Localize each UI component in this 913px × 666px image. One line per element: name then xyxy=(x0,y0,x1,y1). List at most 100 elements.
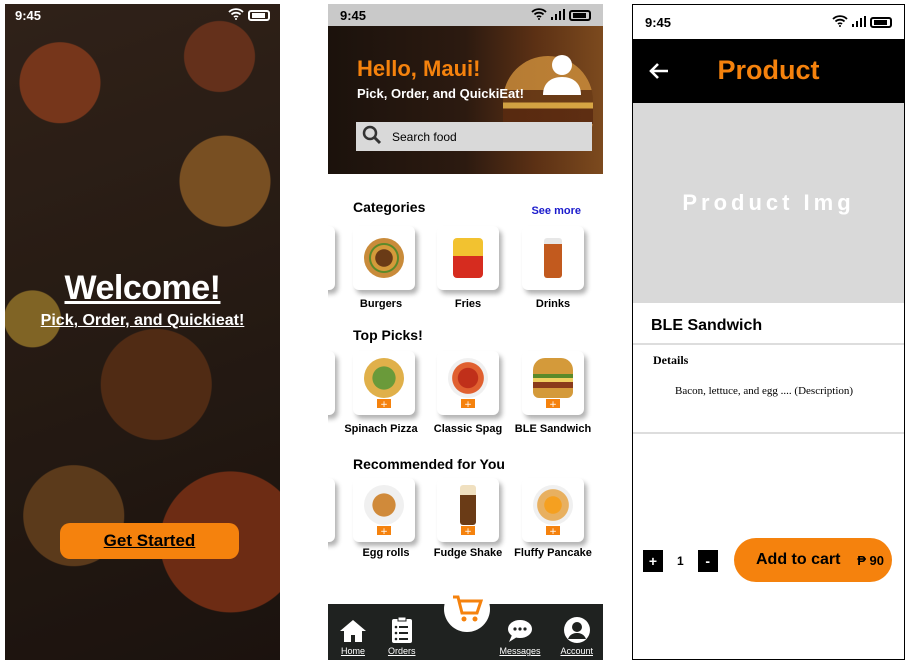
search-icon xyxy=(362,125,382,148)
search-input[interactable]: Search food xyxy=(392,130,457,144)
search-bar[interactable]: Search food xyxy=(356,122,592,151)
nav-orders[interactable]: Orders xyxy=(387,616,416,656)
nav-messages[interactable]: Messages xyxy=(499,618,540,656)
battery-icon xyxy=(870,16,892,28)
divider xyxy=(633,432,904,434)
top-pick-card-partial[interactable] xyxy=(328,351,335,415)
top-pick-card[interactable]: + xyxy=(522,351,584,415)
background-overlay xyxy=(5,4,280,660)
details-heading: Details xyxy=(653,353,689,367)
cart-button[interactable] xyxy=(444,586,490,632)
category-label: Burgers xyxy=(359,298,403,310)
quantity-value: 1 xyxy=(677,554,684,568)
category-card-fries[interactable] xyxy=(437,226,499,290)
battery-icon xyxy=(248,9,270,21)
see-more-link[interactable]: See more xyxy=(531,205,581,217)
recommended-label: Fudge Shake xyxy=(433,547,503,559)
product-image-placeholder: Product Img xyxy=(633,103,904,303)
status-time: 9:45 xyxy=(340,7,367,23)
recommended-label: Egg rolls xyxy=(362,547,410,559)
add-to-cart-button[interactable]: Add to cart ₱ 90 xyxy=(734,538,892,582)
category-card-drinks[interactable] xyxy=(522,226,584,290)
tagline: Pick, Order, and QuickiEat! xyxy=(357,86,524,101)
recommended-card[interactable]: + xyxy=(437,478,499,542)
signal-icon xyxy=(551,8,565,23)
shake-icon xyxy=(460,485,476,525)
top-picks-title: Top Picks! xyxy=(353,327,423,343)
welcome-screen: 9:45 Welcome! Pick, Order, and Quickieat… xyxy=(5,4,280,660)
welcome-block: Welcome! Pick, Order, and Quickieat! xyxy=(5,269,280,330)
home-icon xyxy=(339,620,366,642)
wifi-icon xyxy=(228,7,244,23)
status-time: 9:45 xyxy=(645,14,672,30)
add-to-cart-icon[interactable]: + xyxy=(461,399,475,411)
quantity-stepper: + 1 - xyxy=(643,550,718,572)
account-icon xyxy=(563,617,590,643)
product-name: BLE Sandwich xyxy=(633,303,904,345)
greeting: Hello, Maui! xyxy=(357,56,481,81)
welcome-title: Welcome! xyxy=(64,269,221,307)
nav-account[interactable]: Account xyxy=(560,616,593,656)
recommended-label: Fluffy Pancake xyxy=(514,547,592,559)
status-icons xyxy=(832,14,892,30)
recommended-card-partial[interactable] xyxy=(328,478,335,542)
welcome-subtitle: Pick, Order, and Quickieat! xyxy=(40,312,245,329)
bottom-nav: Home Orders Messages Account xyxy=(328,586,603,660)
add-to-cart-icon[interactable]: + xyxy=(546,399,560,411)
increment-button[interactable]: + xyxy=(643,550,663,572)
status-bar: 9:45 xyxy=(5,4,280,26)
nav-label: Orders xyxy=(387,646,416,656)
top-pick-label: Spinach Pizza xyxy=(344,423,418,435)
sandwich-icon xyxy=(533,358,573,398)
get-started-button[interactable]: Get Started xyxy=(60,523,239,559)
add-to-cart-icon[interactable]: + xyxy=(377,526,391,538)
status-time: 9:45 xyxy=(15,7,42,23)
category-label: Fries xyxy=(454,298,482,310)
nav-label: Home xyxy=(340,646,365,656)
messages-icon xyxy=(507,620,532,642)
pancake-icon xyxy=(533,485,573,525)
recommended-row: + + + xyxy=(328,478,603,543)
svg-text:+: + xyxy=(380,400,388,410)
drink-icon xyxy=(544,238,562,278)
decrement-button[interactable]: - xyxy=(697,550,718,572)
status-bar: 9:45 xyxy=(328,4,603,26)
product-screen: 9:45 Product Product Img BLE Sandwich De… xyxy=(632,4,905,660)
category-card-burgers[interactable] xyxy=(353,226,415,290)
orders-icon xyxy=(391,616,412,643)
nav-home[interactable]: Home xyxy=(338,618,368,656)
cart-icon xyxy=(453,595,483,622)
avatar-icon[interactable] xyxy=(539,51,585,97)
fries-icon xyxy=(453,238,483,278)
add-to-cart-icon[interactable]: + xyxy=(461,526,475,538)
wifi-icon xyxy=(531,7,547,23)
status-bar: 9:45 xyxy=(633,5,904,39)
product-header: Product xyxy=(633,39,904,103)
svg-text:+: + xyxy=(464,527,472,537)
add-to-cart-label: Add to cart xyxy=(756,551,841,568)
nav-label: Messages xyxy=(499,646,541,656)
wifi-icon xyxy=(832,14,848,30)
header-banner: Hello, Maui! Pick, Order, and QuickiEat!… xyxy=(328,26,603,174)
status-icons xyxy=(228,7,270,23)
top-picks-row: + + + xyxy=(328,351,603,416)
egg-rolls-icon xyxy=(364,485,404,525)
add-to-cart-icon[interactable]: + xyxy=(546,526,560,538)
svg-text:+: + xyxy=(464,400,472,410)
home-screen: 9:45 Hello, Maui! Pick, Order, and Quick… xyxy=(328,4,603,660)
pizza-icon xyxy=(364,358,404,398)
add-to-cart-icon[interactable]: + xyxy=(377,399,391,411)
categories-row xyxy=(328,226,603,291)
top-pick-card[interactable]: + xyxy=(353,351,415,415)
svg-text:+: + xyxy=(549,400,557,410)
recommended-card[interactable]: + xyxy=(353,478,415,542)
battery-icon xyxy=(569,9,591,21)
recommended-card[interactable]: + xyxy=(522,478,584,542)
price: ₱ 90 xyxy=(857,552,884,568)
svg-text:+: + xyxy=(380,527,388,537)
signal-icon xyxy=(852,15,866,30)
page-title: Product xyxy=(717,55,820,85)
top-pick-card[interactable]: + xyxy=(437,351,499,415)
recommended-title: Recommended for You xyxy=(353,456,505,472)
category-card-partial[interactable] xyxy=(328,226,335,290)
